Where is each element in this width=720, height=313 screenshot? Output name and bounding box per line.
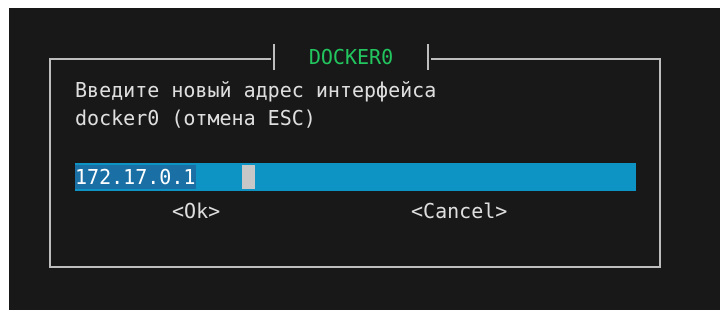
terminal-window: DOCKER0 Введите новый адрес интерфейса d…: [9, 8, 720, 310]
title-right-tick: [427, 44, 429, 70]
dialog-prompt-line-2: docker0 (отмена ESC): [75, 106, 316, 130]
ok-button[interactable]: <Ok>: [172, 198, 220, 224]
address-input[interactable]: 172.17.0.1: [75, 163, 636, 191]
cancel-button[interactable]: <Cancel>: [411, 198, 507, 224]
text-cursor: [242, 165, 255, 189]
dialog-frame-bottom: [49, 266, 661, 268]
dialog-frame-right: [659, 58, 661, 268]
address-input-value: 172.17.0.1: [75, 165, 197, 189]
dialog-title-box: DOCKER0: [271, 42, 431, 72]
dialog-title: DOCKER0: [308, 45, 394, 69]
dialog-frame-top-left: [49, 58, 271, 60]
dialog-prompt-line-1: Введите новый адрес интерфейса: [75, 78, 437, 102]
dialog-frame-top-right: [431, 58, 661, 60]
dialog-frame-left: [49, 58, 51, 268]
